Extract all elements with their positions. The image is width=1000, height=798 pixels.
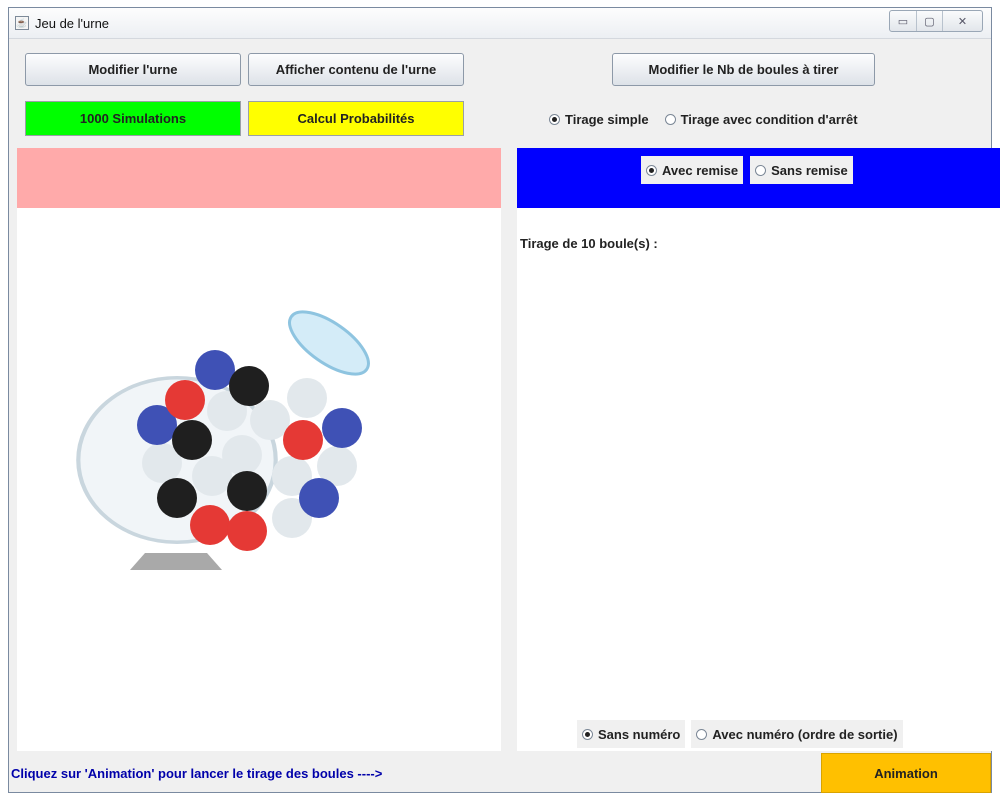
ball-red [165,380,205,420]
ball-black [227,471,267,511]
minimize-icon[interactable]: ▭ [890,11,916,31]
close-icon[interactable]: ✕ [942,11,982,31]
urn-display-panel [17,208,501,751]
sans-remise-label: Sans remise [771,162,848,178]
mode-radio-group: Tirage simple Tirage avec condition d'ar… [549,112,858,127]
results-panel: Tirage de 10 boule(s) : [517,208,1000,751]
radio-avec-numero[interactable]: Avec numéro (ordre de sortie) [691,720,903,748]
radio-button-selected[interactable] [582,728,593,740]
radio-button-selected[interactable] [549,114,560,125]
radio-sans-remise[interactable]: Sans remise [750,156,853,184]
animation-button[interactable]: Animation [821,753,991,793]
ball-black [172,420,212,460]
simulations-button[interactable]: 1000 Simulations [25,101,241,136]
urn-illustration [76,310,370,570]
radio-avec-remise[interactable]: Avec remise [641,156,744,184]
radio-button[interactable] [696,728,708,740]
tirage-condition-label: Tirage avec condition d'arrêt [680,112,858,127]
status-message: Cliquez sur 'Animation' pour lancer le t… [11,766,383,781]
avec-remise-label: Avec remise [662,162,739,178]
results-heading: Tirage de 10 boule(s) : [520,236,658,251]
modifier-urne-button[interactable]: Modifier l'urne [25,53,241,86]
ball-black [157,478,197,518]
radio-button[interactable] [664,114,676,125]
ball-black [229,366,269,406]
sans-numero-label: Sans numéro [598,726,681,742]
urn-header-panel [17,148,501,208]
title-bar: ☕ Jeu de l'urne ▭ ▢ ✕ [9,8,991,39]
avec-numero-label: Avec numéro (ordre de sortie) [712,726,898,742]
ball-white [192,456,232,496]
urn-lid [288,310,370,376]
radio-button-selected[interactable] [646,164,657,176]
radio-button[interactable] [755,164,767,176]
urn-base [130,553,222,570]
java-app-icon: ☕ [15,16,29,30]
ball-red [190,505,230,545]
app-window: ☕ Jeu de l'urne ▭ ▢ ✕ Modifier l'urne Af… [8,7,1000,793]
modifier-nb-boules-button[interactable]: Modifier le Nb de boules à tirer [612,53,875,86]
calcul-probabilites-button[interactable]: Calcul Probabilités [248,101,464,136]
afficher-contenu-button[interactable]: Afficher contenu de l'urne [248,53,464,86]
window-controls: ▭ ▢ ✕ [889,10,983,32]
numbering-radio-group: Sans numéro Avec numéro (ordre de sortie… [577,720,903,748]
radio-tirage-condition[interactable]: Tirage avec condition d'arrêt [664,112,858,127]
radio-tirage-simple[interactable]: Tirage simple [549,112,649,127]
tirage-simple-label: Tirage simple [565,112,649,127]
ball-blue [195,350,235,390]
ball-blue [299,478,339,518]
ball-red [227,511,267,551]
replacement-radio-group: Avec remise Sans remise [641,156,853,184]
window-title: Jeu de l'urne [35,16,110,31]
maximize-icon[interactable]: ▢ [916,11,942,31]
ball-blue [322,408,362,448]
ball-white [287,378,327,418]
radio-sans-numero[interactable]: Sans numéro [577,720,686,748]
ball-red [283,420,323,460]
